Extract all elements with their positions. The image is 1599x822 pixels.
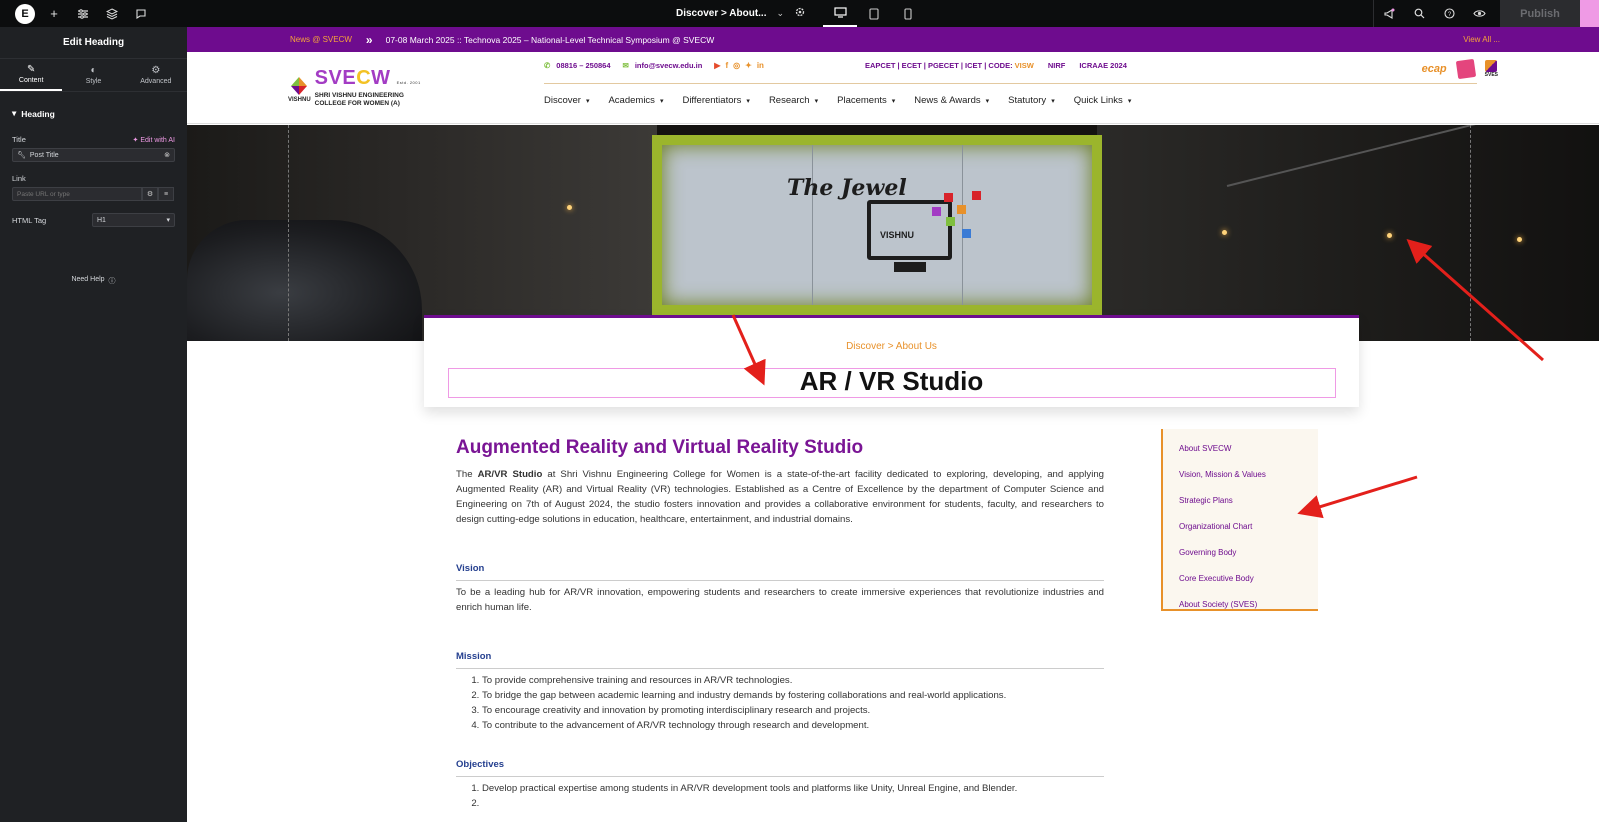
annotation-arrow-sidebar [1297, 475, 1418, 519]
annotation-arrows [731, 239, 1544, 519]
annotation-arrow-hero [1406, 239, 1544, 362]
annotation-arrow-title [731, 314, 766, 386]
